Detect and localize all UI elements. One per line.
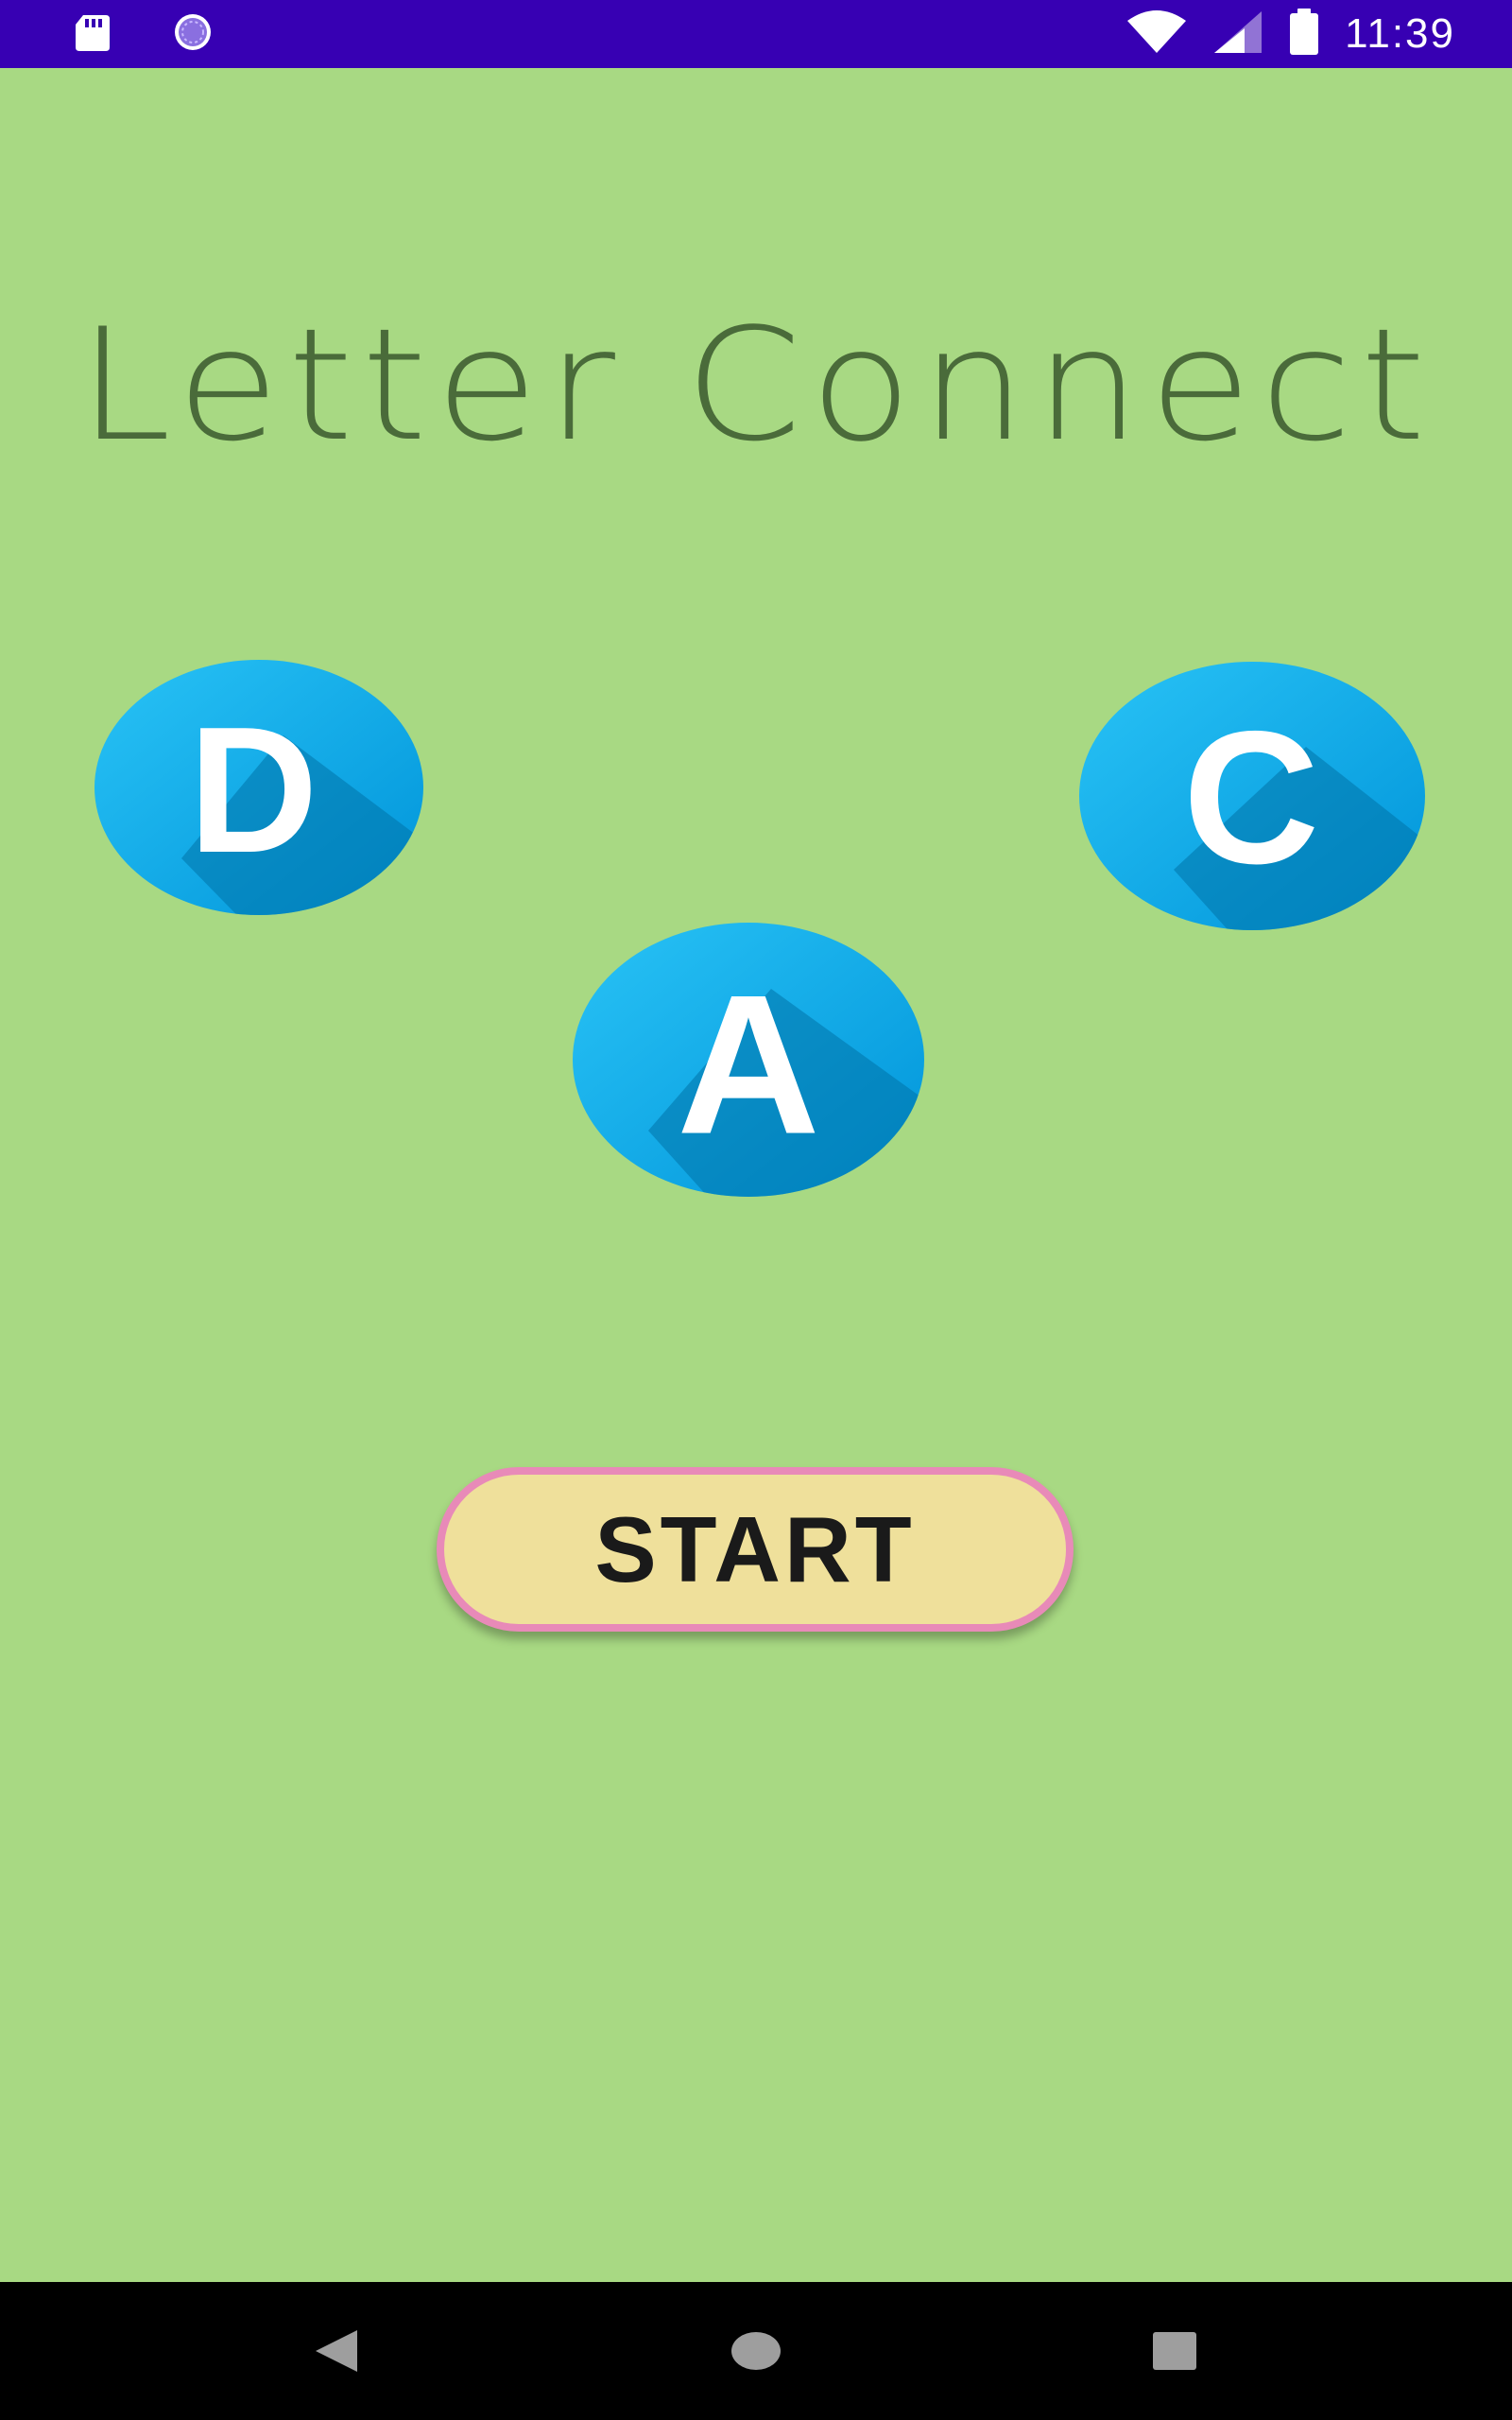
recents-icon [1153,2332,1196,2370]
nav-home-button[interactable] [680,2282,832,2420]
sync-status-icon [166,11,219,57]
letter-d-badge[interactable]: D [94,660,423,915]
wifi-icon [1125,9,1188,59]
status-notifications [72,11,219,57]
letter-d-icon: D [94,660,423,915]
svg-text:A: A [677,954,820,1176]
letter-a-icon: A [573,923,924,1197]
back-icon [316,2330,357,2372]
status-system: 11:39 [1125,9,1455,59]
battery-icon [1288,9,1320,60]
svg-text:C: C [1183,693,1319,904]
letter-c-icon: C [1079,662,1425,930]
app-title: Letter Connect [77,295,1435,475]
start-button[interactable]: START [437,1467,1074,1632]
cellular-signal-icon [1212,9,1263,59]
main-screen: Letter Connect D C A START [0,68,1512,2282]
navigation-bar [0,2282,1512,2420]
letter-a-badge[interactable]: A [573,923,924,1197]
svg-text:D: D [188,690,318,890]
start-button-label: START [594,1496,916,1601]
home-icon [731,2332,781,2370]
status-clock: 11:39 [1345,10,1455,57]
nav-back-button[interactable] [261,2282,412,2420]
letter-c-badge[interactable]: C [1079,662,1425,930]
sd-card-icon [72,11,113,57]
status-bar: 11:39 [0,0,1512,68]
nav-recents-button[interactable] [1098,2282,1249,2420]
